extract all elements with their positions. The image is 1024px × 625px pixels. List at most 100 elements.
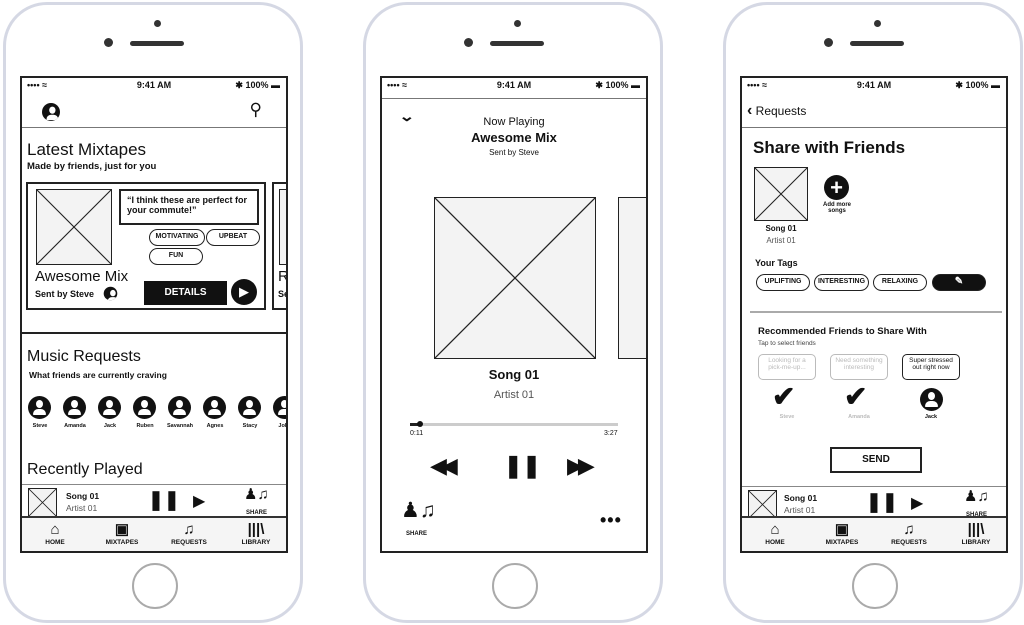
tab-library[interactable]: |||\ LIBRARY <box>226 521 286 546</box>
peek-sender: Se <box>278 289 288 299</box>
add-songs-button[interactable]: + <box>824 175 849 200</box>
home-button[interactable] <box>132 563 178 609</box>
elapsed-time: 0:11 <box>410 430 424 437</box>
pause-icon[interactable]: ❚❚ <box>504 453 541 479</box>
home-icon: ⌂ <box>770 521 780 538</box>
tab-library[interactable]: |||\ LIBRARY <box>946 521 1006 546</box>
home-button[interactable] <box>852 563 898 609</box>
tab-requests[interactable]: ♫ REQUESTS <box>159 521 219 546</box>
friend-avatar[interactable] <box>238 396 261 419</box>
friend-name: Steve <box>779 414 795 420</box>
artist-name: Artist 01 <box>493 389 535 401</box>
tab-mixtapes[interactable]: ▣ MIXTAPES <box>812 521 872 546</box>
now-playing-screen: •••• ≈9:41 AM ✱ 100% ▬ ⌄ Now Playing Awes… <box>380 76 648 553</box>
search-icon[interactable]: ⚲ <box>250 100 262 120</box>
fast-forward-icon[interactable]: ▶▶ <box>567 453 595 479</box>
friend-avatar[interactable] <box>920 388 943 411</box>
pause-icon[interactable]: ❚❚ <box>866 491 898 514</box>
song-title: Song 01 <box>765 224 797 233</box>
checkmark-icon[interactable]: ✔ <box>772 380 795 413</box>
tab-requests[interactable]: ♫ REQUESTS <box>879 521 939 546</box>
phone-share: •••• ≈9:41 AM ✱ 100% ▬ ‹ Requests Share w… <box>723 2 1023 623</box>
section-title: Latest Mixtapes <box>27 140 147 159</box>
back-button[interactable]: ‹ Requests <box>747 102 806 120</box>
share-icon[interactable]: ♟♫ <box>244 485 269 503</box>
play-icon[interactable]: ▶ <box>193 491 205 511</box>
share-icon[interactable]: ♟♫ <box>964 487 989 505</box>
mini-artist: Artist 01 <box>66 503 98 513</box>
tab-label: REQUESTS <box>171 539 207 546</box>
home-button[interactable] <box>492 563 538 609</box>
album-art-placeholder <box>28 488 57 517</box>
tab-home[interactable]: ⌂ HOME <box>25 521 85 546</box>
recent-title: Recently Played <box>27 461 143 478</box>
friend-avatar[interactable] <box>203 396 226 419</box>
friend-status-bubble: Super stressed out right now <box>902 354 960 380</box>
play-icon[interactable]: ▶ <box>911 493 923 513</box>
home-screen: •••• ≈9:41 AM ✱ 100% ▬ ⚲ Latest Mixtapes … <box>20 76 288 553</box>
cassette-icon: ▣ <box>834 521 850 538</box>
tab-label: MIXTAPES <box>825 539 859 546</box>
mini-player[interactable]: Song 01 Artist 01 ❚❚ ▶ ♟♫ SHARE <box>22 484 286 519</box>
peek-name: R <box>278 268 288 285</box>
tab-mixtapes[interactable]: ▣ MIXTAPES <box>92 521 152 546</box>
checkmark-icon[interactable]: ✔ <box>844 380 867 413</box>
duration: 3:27 <box>604 430 618 437</box>
mixtape-card-peek[interactable]: R Se <box>272 182 288 310</box>
battery-level: 100% <box>605 80 629 90</box>
album-art-placeholder <box>748 490 777 519</box>
friend-avatar[interactable] <box>168 396 191 419</box>
camera <box>874 20 881 27</box>
library-icon: |||\ <box>247 521 265 538</box>
bluetooth-icon: ✱ <box>955 80 963 90</box>
pause-icon[interactable]: ❚❚ <box>148 489 180 512</box>
next-album-art[interactable] <box>618 197 646 359</box>
rewind-icon[interactable]: ◀◀ <box>430 453 458 479</box>
camera <box>514 20 521 27</box>
friend-name: Amanda <box>64 423 86 429</box>
page-title: Share with Friends <box>753 138 906 157</box>
battery: ✱ 100% ▬ <box>235 80 280 90</box>
requests-title: Music Requests <box>27 348 141 365</box>
friend-name: John <box>278 423 288 429</box>
status-bar: •••• ≈9:41 AM ✱ 100% ▬ <box>22 80 286 94</box>
progress-knob[interactable] <box>417 421 424 427</box>
friend-status-bubble: Need something interesting <box>830 354 888 380</box>
details-button[interactable]: DETAILS <box>144 281 227 305</box>
friend-avatar[interactable] <box>98 396 121 419</box>
quote-bubble: “I think these are perfect for your comm… <box>119 189 259 225</box>
tag[interactable]: INTERESTING <box>814 274 869 291</box>
mini-song: Song 01 <box>66 491 100 501</box>
cassette-icon: ▣ <box>114 521 130 538</box>
friend-avatar[interactable] <box>273 396 286 419</box>
tag[interactable]: RELAXING <box>873 274 927 291</box>
friend-avatar[interactable] <box>63 396 86 419</box>
friend-name: Savannah <box>167 423 193 429</box>
friend-name: Steve <box>32 423 48 429</box>
friend-name: Jack <box>924 414 938 420</box>
share-icon[interactable]: ♟♫ <box>401 498 436 523</box>
tag: MOTIVATING <box>149 229 205 246</box>
tab-home[interactable]: ⌂ HOME <box>745 521 805 546</box>
sensor <box>824 38 833 47</box>
profile-icon[interactable] <box>42 103 60 121</box>
mixtape-sender: Sent by Steve <box>35 289 95 299</box>
send-button[interactable]: SEND <box>830 447 922 473</box>
friend-name: Amanda <box>848 414 870 420</box>
edit-tags-pencil-icon[interactable]: ✎ <box>932 274 986 291</box>
chevron-left-icon: ‹ <box>747 102 753 119</box>
mixtape-card[interactable]: “I think these are perfect for your comm… <box>26 182 266 310</box>
friend-avatar[interactable] <box>133 396 156 419</box>
tag[interactable]: UPLIFTING <box>756 274 810 291</box>
speaker <box>490 41 544 46</box>
tab-bar: ⌂ HOME ▣ MIXTAPES ♫ REQUESTS |||\ LIBRARY <box>742 516 1006 551</box>
album-art-placeholder <box>434 197 596 359</box>
progress-bar[interactable] <box>410 421 618 427</box>
play-icon[interactable]: ▶ <box>231 279 257 305</box>
tab-label: LIBRARY <box>961 539 991 546</box>
more-options-icon[interactable]: ••• <box>600 510 622 531</box>
friend-avatar[interactable] <box>28 396 51 419</box>
sensor <box>104 38 113 47</box>
speaker <box>850 41 904 46</box>
friend-name: Jack <box>103 423 117 429</box>
